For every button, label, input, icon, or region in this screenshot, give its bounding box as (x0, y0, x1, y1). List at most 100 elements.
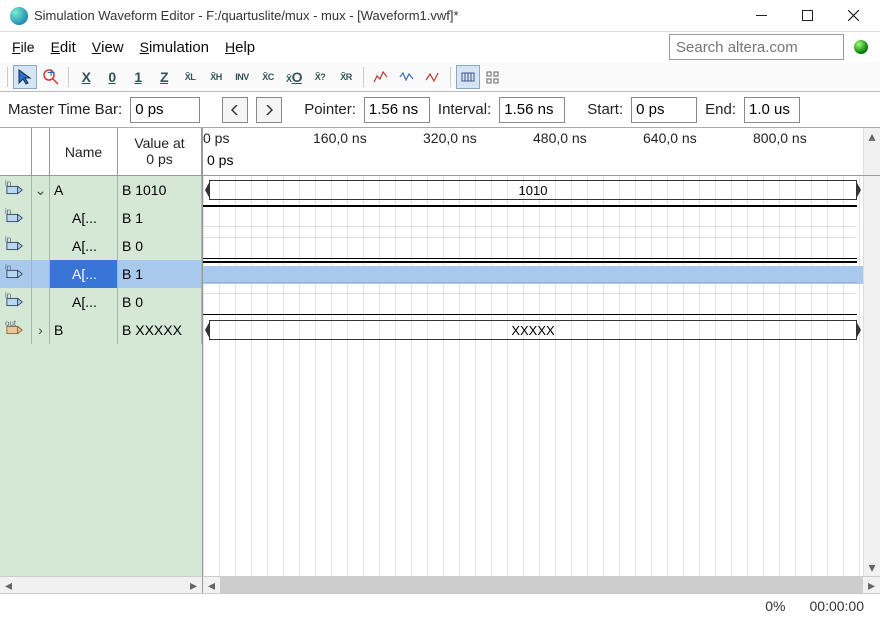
signal-value: B 0 (118, 232, 202, 260)
menu-edit[interactable]: Edit (45, 37, 82, 58)
pointer-tool-button[interactable] (13, 65, 37, 89)
end-input[interactable] (744, 97, 800, 123)
title-bar: Simulation Waveform Editor - F:/quartusl… (0, 0, 880, 32)
window-buttons (738, 1, 876, 31)
signal-name[interactable]: A[... (50, 204, 118, 232)
waveform-track[interactable] (203, 260, 863, 288)
signal-value: B 1 (118, 204, 202, 232)
force-0-button[interactable]: 0 (100, 65, 124, 89)
waveform-track[interactable] (203, 232, 863, 260)
minimize-button[interactable] (738, 1, 784, 31)
pointer-label: Pointer: (304, 101, 356, 118)
menu-view[interactable]: View (86, 37, 130, 58)
left-hscroll-right-arrow[interactable]: ▸ (185, 577, 202, 593)
time-ruler[interactable]: 0 ps160,0 ns320,0 ns480,0 ns640,0 ns800,… (203, 128, 880, 152)
signal-name[interactable]: A[... (50, 260, 118, 288)
signal-row[interactable]: inA[...B 1 (0, 204, 202, 232)
signal-row[interactable]: out›BB XXXXX (0, 316, 202, 344)
time-next-button[interactable] (256, 97, 282, 123)
master-time-input[interactable] (130, 97, 200, 123)
menu-help[interactable]: Help (219, 37, 261, 58)
count-xc-button[interactable]: X̄C (256, 65, 280, 89)
header-name-col[interactable]: Name (50, 128, 118, 176)
vscroll-up-arrow[interactable]: ▴ (864, 128, 880, 145)
expand-toggle[interactable]: ⌄ (32, 176, 50, 204)
signal-dir-icon: in (0, 232, 32, 260)
signal-row[interactable]: in⌄AB 1010 (0, 176, 202, 204)
force-1-button[interactable]: 1 (126, 65, 150, 89)
interval-input[interactable] (499, 97, 565, 123)
expand-toggle[interactable] (32, 204, 50, 232)
right-hscroll-left-arrow[interactable]: ◂ (203, 577, 220, 593)
expand-toggle[interactable] (32, 232, 50, 260)
bus-value: XXXXX (209, 320, 857, 340)
vertical-scrollbar[interactable]: ▾ (863, 176, 880, 576)
search-input[interactable] (669, 34, 844, 60)
globe-icon[interactable] (854, 40, 868, 54)
signal-name[interactable]: A[... (50, 288, 118, 316)
signal-row[interactable]: in A[...B 0 (0, 232, 202, 260)
force-z-button[interactable]: Z (152, 65, 176, 89)
signal-name[interactable]: A (50, 176, 118, 204)
count-xq-button[interactable]: X̄? (308, 65, 332, 89)
header-value-col[interactable]: Value at 0 ps (118, 128, 202, 176)
start-label: Start: (587, 101, 623, 118)
bit-high-line (203, 205, 857, 207)
random-3-button[interactable] (421, 65, 445, 89)
signal-name[interactable]: A[... (50, 232, 118, 260)
maximize-button[interactable] (784, 1, 830, 31)
left-hscroll-left-arrow[interactable]: ◂ (0, 577, 17, 593)
signal-dir-icon: in (0, 288, 32, 316)
signal-name[interactable]: B (50, 316, 118, 344)
right-hscroll-right-arrow[interactable]: ▸ (863, 577, 880, 593)
menu-file[interactable]: File (6, 37, 41, 58)
expand-toggle[interactable] (32, 288, 50, 316)
waveform-track[interactable]: 1010 (203, 176, 863, 204)
close-button[interactable] (830, 1, 876, 31)
pointer-input[interactable] (364, 97, 430, 123)
snap-grid-button[interactable] (456, 65, 480, 89)
waveform-track[interactable] (203, 204, 863, 232)
status-time: 00:00:00 (810, 598, 865, 614)
ruler-tick: 160,0 ns (313, 130, 367, 146)
signal-value: B 1010 (118, 176, 202, 204)
snap-transition-button[interactable] (482, 65, 506, 89)
start-input[interactable] (631, 97, 697, 123)
header-icon-col (0, 128, 32, 176)
force-xh-button[interactable]: X̄H (204, 65, 228, 89)
left-hscroll[interactable]: ◂ ▸ (0, 576, 202, 593)
interval-label: Interval: (438, 101, 491, 118)
count-xo-button[interactable]: X̄O (282, 65, 306, 89)
time-bar: Master Time Bar: Pointer: Interval: Star… (0, 92, 880, 128)
random-2-button[interactable] (395, 65, 419, 89)
waveform-track[interactable]: XXXXX (203, 316, 863, 344)
invert-button[interactable]: INV (230, 65, 254, 89)
signal-row[interactable]: in A[...B 0 (0, 288, 202, 316)
waveform-track[interactable] (203, 288, 863, 316)
signal-row[interactable]: inA[...B 1 (0, 260, 202, 288)
force-x-button[interactable]: X (74, 65, 98, 89)
force-xl-button[interactable]: X̄L (178, 65, 202, 89)
zoom-tool-button[interactable]: + (39, 65, 63, 89)
right-hscroll[interactable]: ◂ ▸ (203, 576, 880, 593)
right-hscroll-thumb[interactable] (220, 577, 863, 593)
vscroll-down-arrow[interactable]: ▾ (864, 559, 880, 576)
ruler-tick: 800,0 ns (753, 130, 807, 146)
menu-simulation[interactable]: Simulation (134, 37, 215, 58)
main-area: Name Value at 0 ps in⌄AB 1010inA[...B 1i… (0, 128, 880, 593)
expand-toggle[interactable] (32, 260, 50, 288)
column-headers: Name Value at 0 ps (0, 128, 202, 176)
random-1-button[interactable] (369, 65, 393, 89)
count-xr-button[interactable]: X̄R (334, 65, 358, 89)
expand-toggle[interactable]: › (32, 316, 50, 344)
signal-dir-icon: out (0, 316, 32, 344)
header-expand-col (32, 128, 50, 176)
ruler-tick: 320,0 ns (423, 130, 477, 146)
bit-low-line (203, 258, 857, 260)
waveform-body[interactable]: ▾ 1010 XXXXX (203, 176, 880, 576)
bit-low-line (203, 314, 857, 316)
svg-text:+: + (47, 68, 55, 80)
end-label: End: (705, 101, 736, 118)
time-prev-button[interactable] (222, 97, 248, 123)
signal-value: B 0 (118, 288, 202, 316)
